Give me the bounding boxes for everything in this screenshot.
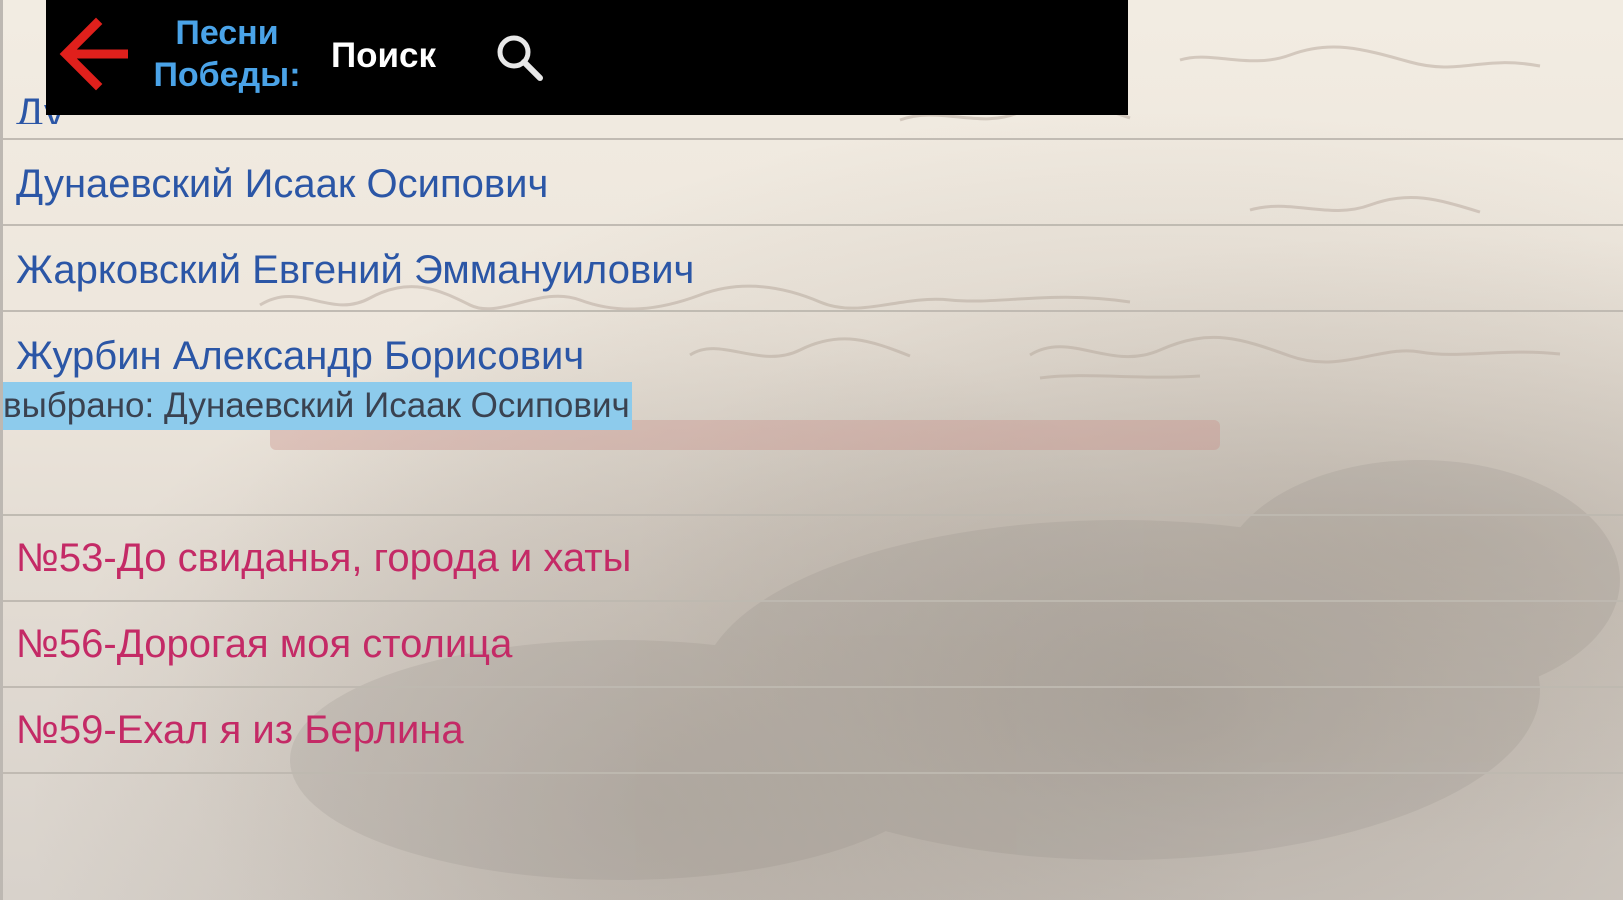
app-title: Песни Победы: xyxy=(142,12,312,96)
row-divider xyxy=(3,772,1623,774)
composer-item-label: Жарковский Евгений Эммануилович xyxy=(16,248,695,292)
search-button[interactable] xyxy=(492,30,548,86)
song-item[interactable]: №59-Ехал я из Берлина xyxy=(3,688,1623,772)
composer-item[interactable]: Жарковский Евгений Эммануилович xyxy=(3,226,1623,310)
arrow-left-icon xyxy=(59,17,128,91)
back-button[interactable] xyxy=(56,14,132,94)
search-icon xyxy=(497,35,543,81)
search-label[interactable]: Поиск xyxy=(331,34,436,78)
composer-item-label: Журбин Александр Борисович xyxy=(16,334,585,378)
app-title-line1: Песни xyxy=(175,14,279,52)
selection-status: выбрано: Дунаевский Исаак Осипович xyxy=(3,382,632,430)
song-item-label: №53-До свиданья, города и хаты xyxy=(16,536,632,580)
song-item[interactable]: №56-Дорогая моя столица xyxy=(3,602,1623,686)
song-item[interactable]: №53-До свиданья, города и хаты xyxy=(3,516,1623,600)
toolbar: Песни Победы: Поиск xyxy=(46,0,1128,115)
composer-item[interactable]: Дунаевский Исаак Осипович xyxy=(3,140,1623,224)
composer-item-label: Дунаевский Исаак Осипович xyxy=(16,162,549,206)
app-title-line2: Победы: xyxy=(153,56,301,94)
song-item-label: №56-Дорогая моя столица xyxy=(16,622,513,666)
song-item-label: №59-Ехал я из Берлина xyxy=(16,708,464,752)
